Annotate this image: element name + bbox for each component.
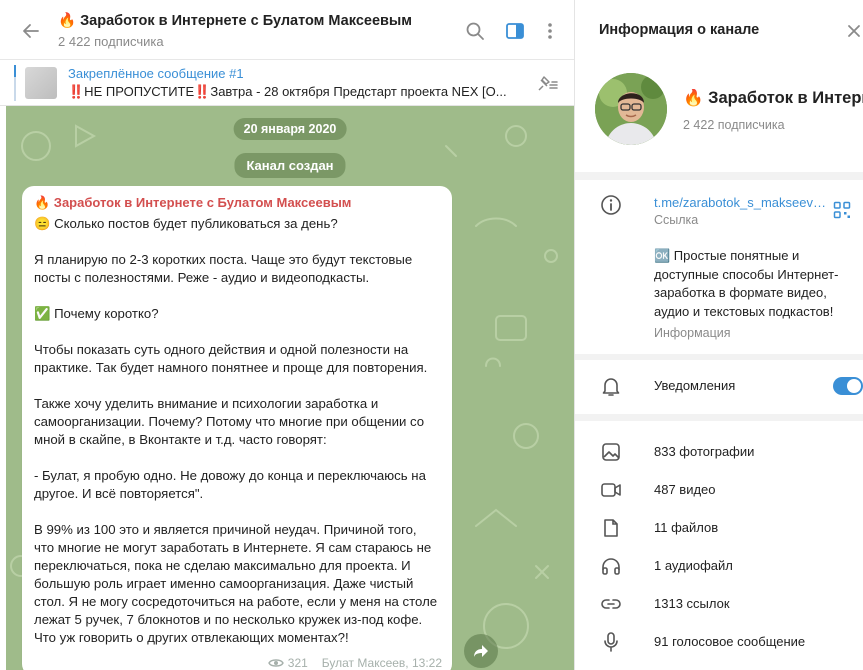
message-meta: 321 Булат Максеев, 13:22 [267,656,442,670]
media-label: 11 файлов [654,520,719,535]
more-menu-button[interactable] [537,18,563,44]
pinned-text: ‼️НЕ ПРОПУСТИТЕ‼️Завтра - 28 октября Пре… [68,84,507,99]
qr-code-button[interactable] [833,201,851,219]
share-arrow-icon [474,645,488,657]
notifications-label: Уведомления [654,378,736,393]
pinned-thumbnail [25,67,57,99]
message-bubble[interactable]: 🔥 Заработок в Интернете с Булатом Максее… [22,186,452,670]
channel-description: 🆗 Простые понятные и доступные способы И… [654,248,839,319]
qr-code-icon [833,201,851,219]
photo-icon [599,440,623,464]
eye-icon [267,659,284,667]
channel-name: 🔥 Заработок в Интернете с Булатом Максее… [683,89,863,107]
channel-subscriber-count: 2 422 подписчика [683,118,785,132]
message-author[interactable]: 🔥 Заработок в Интернете с Булатом Максее… [34,195,440,211]
shared-media-section: 833 фотографии 487 видео 11 файлов 1 ауд… [575,421,863,670]
message-paragraph: Также хочу уделить внимание и психологии… [34,396,425,447]
notifications-section: Уведомления [575,360,863,414]
close-button[interactable] [843,20,863,42]
media-row-photos[interactable]: 833 фотографии [575,433,863,471]
media-label: 91 голосовое сообщение [654,634,806,649]
media-row-videos[interactable]: 487 видео [575,471,863,509]
pinned-title: Закреплённое сообщение #1 [68,66,244,81]
search-button[interactable] [462,18,488,44]
info-title: Информация о канале [599,22,760,38]
message-paragraph: - Булат, я пробую одно. Не довожу до кон… [34,468,426,501]
chat-wallpaper: 20 января 2020 Канал создан 🔥 Заработок … [6,106,574,670]
link-label: Ссылка [654,213,699,227]
message-views: 321 [287,656,308,670]
chat-header: 🔥 Заработок в Интернете с Булатом Максее… [0,0,574,60]
arrow-left-icon [23,24,39,38]
service-message: Канал создан [234,153,346,178]
media-row-links[interactable]: 1313 ссылок [575,585,863,623]
toggle-info-panel-button[interactable] [502,18,528,44]
more-vertical-icon [548,23,552,39]
info-header: Информация о канале [575,0,863,60]
message-paragraph: 😑 Сколько постов будет публиковаться за … [34,216,338,231]
channel-avatar[interactable] [595,73,667,145]
media-label: 487 видео [654,482,716,497]
back-button[interactable] [18,18,44,44]
message-paragraph: В 99% из 100 это и является причиной неу… [34,522,438,645]
channel-link[interactable]: t.me/zarabotok_s_makseevym [654,195,826,210]
microphone-icon [599,630,623,654]
channel-profile: 🔥 Заработок в Интернете с Булатом Максее… [575,60,863,172]
message-paragraph: ✅ Почему коротко? [34,306,159,321]
pinned-list-button[interactable] [533,72,561,96]
search-icon [466,22,484,40]
media-row-voice[interactable]: 91 голосовое сообщение [575,623,863,661]
date-separator: 20 января 2020 [233,118,347,140]
pinned-message-bar[interactable]: Закреплённое сообщение #1 ‼️НЕ ПРОПУСТИТ… [0,60,574,106]
channel-info-panel: Информация о канале 🔥 Заработок в Интерн… [574,0,863,670]
chat-subscriber-count: 2 422 подписчика [58,34,164,49]
message-paragraph: Чтобы показать суть одного действия и од… [34,342,428,375]
pin-list-icon [538,76,558,91]
message-signature: Булат Максеев, 13:22 [321,656,442,670]
headphones-icon [599,554,623,578]
close-icon [848,25,860,37]
media-row-audio[interactable]: 1 аудиофайл [575,547,863,585]
avatar-portrait-icon [595,73,667,145]
about-section: t.me/zarabotok_s_makseevym Ссылка 🆗 Прос… [575,180,863,354]
notifications-toggle[interactable] [833,377,863,395]
media-label: 1 аудиофайл [654,558,733,573]
sidebar-panel-icon [506,23,524,39]
file-icon [599,516,623,540]
link-icon [599,592,623,616]
bell-icon [599,374,623,398]
media-row-files[interactable]: 11 файлов [575,509,863,547]
video-icon [599,478,623,502]
message-body: 😑 Сколько постов будет публиковаться за … [34,215,440,647]
description-label: Информация [654,326,731,340]
forward-button[interactable] [464,634,498,668]
info-icon [599,193,623,217]
media-label: 1313 ссылок [654,596,730,611]
message-paragraph: Я планирую по 2-3 коротких поста. Чаще э… [34,252,413,285]
pinned-indicator [14,65,16,101]
chat-title[interactable]: 🔥 Заработок в Интернете с Булатом Максее… [58,12,412,29]
chat-pane: 🔥 Заработок в Интернете с Булатом Максее… [0,0,574,670]
media-label: 833 фотографии [654,444,755,459]
